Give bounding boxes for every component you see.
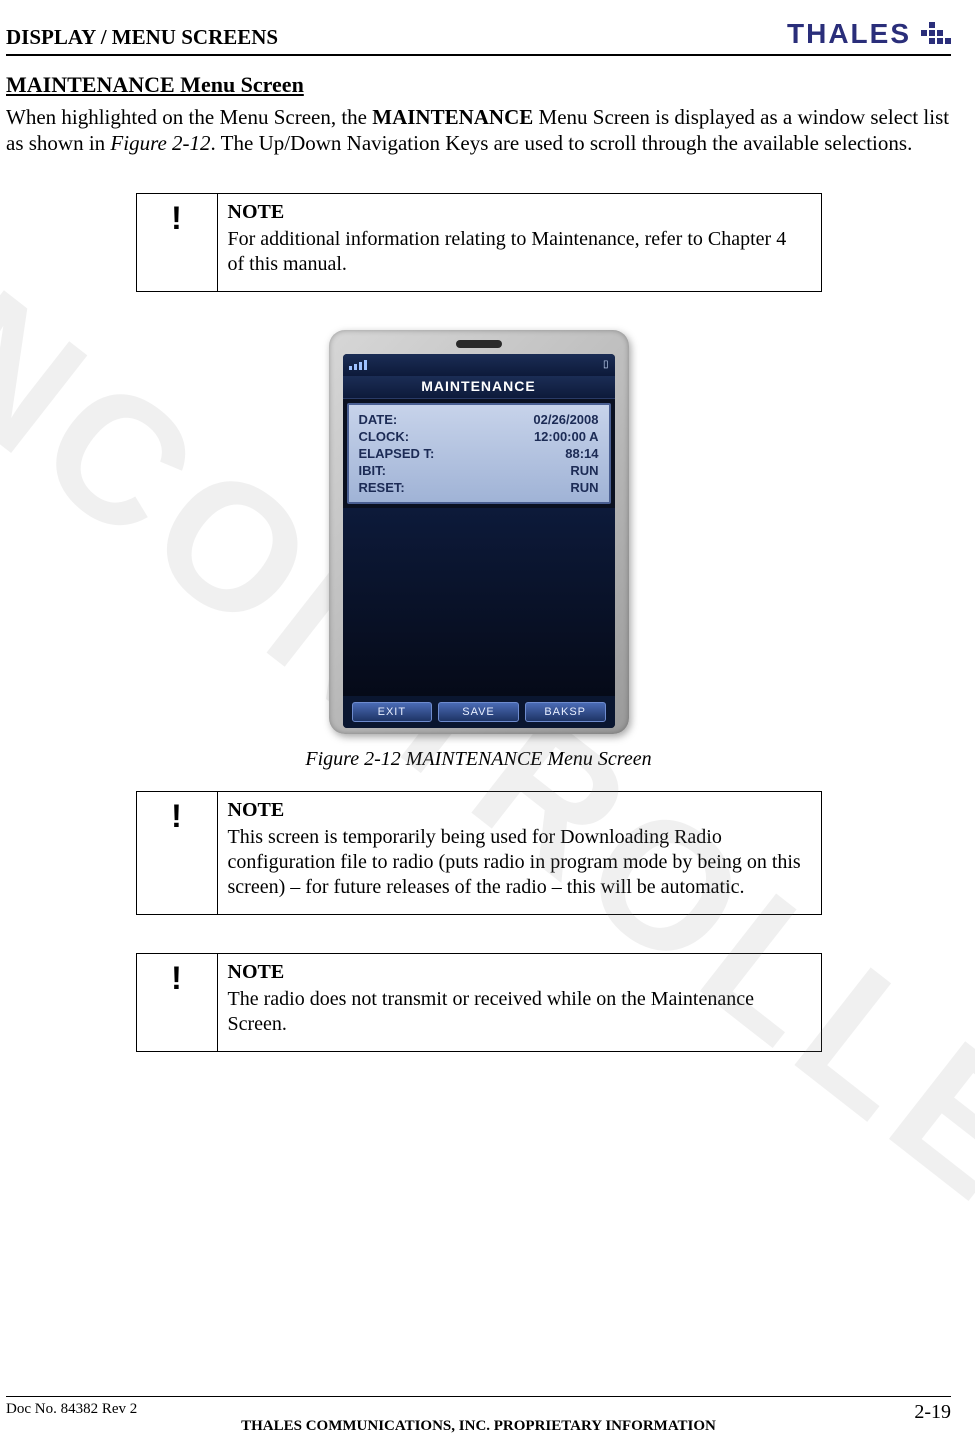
signal-icon — [349, 360, 367, 370]
note-box-wrap: ! NOTE This screen is temporarily being … — [6, 791, 951, 915]
brand-squares-icon — [921, 22, 951, 44]
menu-value: RUN — [570, 463, 598, 478]
note-text: For additional information relating to M… — [228, 227, 807, 277]
menu-value: 12:00:00 A — [534, 429, 599, 444]
footer-proprietary: THALES COMMUNICATIONS, INC. PROPRIETARY … — [6, 1418, 951, 1435]
note-heading: NOTE — [228, 200, 807, 225]
menu-list: DATE: 02/26/2008 CLOCK: 12:00:00 A ELAPS… — [347, 403, 611, 504]
note-body: NOTE For additional information relating… — [218, 194, 821, 291]
device-screen: ▯ MAINTENANCE DATE: 02/26/2008 CLOCK: 12… — [343, 354, 615, 728]
menu-value: 88:14 — [565, 446, 598, 461]
exclamation-icon: ! — [171, 202, 182, 234]
menu-row: DATE: 02/26/2008 — [357, 411, 601, 428]
footer-rule — [6, 1396, 951, 1397]
menu-value: RUN — [570, 480, 598, 495]
brand-text: THALES — [787, 18, 911, 50]
exclamation-icon: ! — [171, 800, 182, 832]
page-footer: Doc No. 84382 Rev 2 2-19 THALES COMMUNIC… — [6, 1396, 951, 1424]
note-body: NOTE This screen is temporarily being us… — [218, 792, 821, 914]
menu-value: 02/26/2008 — [533, 412, 598, 427]
menu-label: IBIT: — [359, 463, 386, 478]
menu-row: ELAPSED T: 88:14 — [357, 445, 601, 462]
menu-label: RESET: — [359, 480, 405, 495]
device-mockup: ▯ MAINTENANCE DATE: 02/26/2008 CLOCK: 12… — [329, 330, 629, 734]
note-box: ! NOTE This screen is temporarily being … — [136, 791, 822, 915]
battery-icon: ▯ — [603, 359, 609, 370]
screen-title: MAINTENANCE — [343, 376, 615, 399]
note-text: This screen is temporarily being used fo… — [228, 825, 807, 900]
section-title: MAINTENANCE Menu Screen — [6, 72, 951, 98]
note-icon-cell: ! — [137, 194, 218, 291]
document-page: UNCONTROLLED DISPLAY / MENU SCREENS THAL… — [0, 0, 975, 1444]
menu-label: DATE: — [359, 412, 398, 427]
note-icon-cell: ! — [137, 954, 218, 1051]
softkey-baksp[interactable]: BAKSP — [525, 702, 606, 722]
body-span: . The Up/Down Navigation Keys are used t… — [211, 131, 913, 155]
softkey-row: EXIT SAVE BAKSP — [343, 696, 615, 728]
body-bold: MAINTENANCE — [372, 105, 533, 129]
note-body: NOTE The radio does not transmit or rece… — [218, 954, 821, 1051]
note-heading: NOTE — [228, 960, 807, 985]
header-section-title: DISPLAY / MENU SCREENS — [6, 25, 278, 50]
note-box-wrap: ! NOTE The radio does not transmit or re… — [6, 953, 951, 1052]
body-italic: Figure 2-12 — [110, 131, 210, 155]
figure-wrap: ▯ MAINTENANCE DATE: 02/26/2008 CLOCK: 12… — [6, 330, 951, 771]
status-bar: ▯ — [343, 354, 615, 376]
exclamation-icon: ! — [171, 962, 182, 994]
note-box: ! NOTE The radio does not transmit or re… — [136, 953, 822, 1052]
menu-row: CLOCK: 12:00:00 A — [357, 428, 601, 445]
note-box: ! NOTE For additional information relati… — [136, 193, 822, 292]
footer-doc-id: Doc No. 84382 Rev 2 — [6, 1401, 137, 1418]
brand-logo: THALES — [787, 18, 951, 50]
menu-row: RESET: RUN — [357, 479, 601, 496]
menu-row: IBIT: RUN — [357, 462, 601, 479]
note-box-wrap: ! NOTE For additional information relati… — [6, 193, 951, 292]
note-icon-cell: ! — [137, 792, 218, 914]
menu-label: CLOCK: — [359, 429, 410, 444]
figure-caption: Figure 2-12 MAINTENANCE Menu Screen — [305, 748, 651, 771]
page-header: DISPLAY / MENU SCREENS THALES — [6, 18, 951, 56]
softkey-exit[interactable]: EXIT — [352, 702, 433, 722]
screen-fill — [343, 508, 615, 696]
softkey-save[interactable]: SAVE — [438, 702, 519, 722]
note-heading: NOTE — [228, 798, 807, 823]
menu-label: ELAPSED T: — [359, 446, 435, 461]
device-speaker-slot — [456, 340, 502, 348]
note-text: The radio does not transmit or received … — [228, 987, 807, 1037]
body-paragraph: When highlighted on the Menu Screen, the… — [6, 104, 951, 157]
body-span: When highlighted on the Menu Screen, the — [6, 105, 372, 129]
